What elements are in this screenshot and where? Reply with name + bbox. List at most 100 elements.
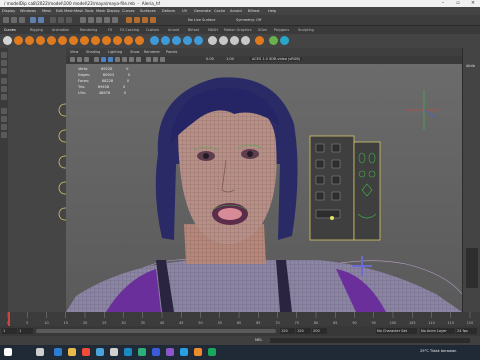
layout-single-icon[interactable]	[1, 108, 7, 114]
open-scene-icon[interactable]	[11, 17, 17, 23]
menu-curves[interactable]: Curves	[122, 9, 134, 13]
duplicate-icon[interactable]	[208, 36, 217, 45]
history-icon[interactable]	[126, 17, 132, 23]
smooth-shade-icon[interactable]	[108, 57, 113, 62]
ik-handle-icon[interactable]	[280, 36, 289, 45]
anim-layer-dropdown[interactable]: No Anim Layer	[420, 328, 455, 334]
curve-ep-icon[interactable]	[25, 36, 34, 45]
select-tool-icon[interactable]	[3, 36, 12, 45]
shelf-tab-fx[interactable]: FX	[108, 28, 112, 32]
live-surface-label[interactable]: No Live Surface	[188, 18, 215, 22]
bookmark-icon[interactable]	[84, 57, 89, 62]
file-explorer-icon[interactable]	[68, 348, 76, 356]
vp-menu-view[interactable]: View	[70, 50, 78, 54]
light-icon[interactable]	[255, 36, 264, 45]
layout-four-icon[interactable]	[1, 116, 7, 122]
revolve-icon[interactable]	[172, 36, 181, 45]
app-icon-2[interactable]	[138, 348, 146, 356]
search-icon[interactable]	[36, 348, 44, 356]
square-icon[interactable]	[69, 36, 78, 45]
cylinder-icon[interactable]	[102, 36, 111, 45]
app-icon-3[interactable]	[152, 348, 160, 356]
menu-mesh[interactable]: Mesh	[42, 9, 51, 13]
menu-edit-mesh[interactable]: Edit Mesh	[56, 9, 74, 13]
rotate-tool-icon[interactable]	[1, 86, 7, 92]
scale-tool-icon[interactable]	[1, 94, 7, 100]
app-icon-4[interactable]	[166, 348, 174, 356]
time-slider[interactable]: 1510152025303540455055606570758085909510…	[0, 312, 480, 326]
shelf-tab-bifrost[interactable]: Bifrost	[188, 28, 199, 32]
joint-icon[interactable]	[269, 36, 278, 45]
range-bar[interactable]	[36, 329, 276, 333]
vp-menu-lighting[interactable]: Lighting	[108, 50, 122, 54]
curve-pencil-icon[interactable]	[36, 36, 45, 45]
lasso-icon[interactable]	[1, 60, 7, 66]
camera-icon[interactable]	[70, 57, 75, 62]
menu-deform[interactable]: Deform	[162, 9, 175, 13]
menu-uv[interactable]: UV	[182, 9, 187, 13]
planar-icon[interactable]	[183, 36, 192, 45]
ao-icon[interactable]	[136, 57, 141, 62]
plane-icon[interactable]	[124, 36, 133, 45]
color-space-dropdown[interactable]: ACES 1.0 SDR-video (sRGB)	[250, 57, 303, 61]
menu-mesh-tools[interactable]: Mesh Tools	[74, 9, 93, 13]
mel-label[interactable]: MEL	[255, 338, 262, 342]
gamma-field[interactable]: 1.00	[226, 57, 234, 61]
layout-side-icon[interactable]	[1, 124, 7, 130]
vp-menu-panels[interactable]: Panels	[166, 50, 177, 54]
shelf-tab-mash[interactable]: MASH	[208, 28, 218, 32]
select-component-icon[interactable]	[66, 17, 72, 23]
shadows-icon[interactable]	[129, 57, 134, 62]
shelf-tab-motion-graphics[interactable]: Motion Graphics	[224, 28, 252, 32]
task-view-icon[interactable]	[54, 348, 62, 356]
minimize-button[interactable]: –	[436, 0, 450, 7]
shelf-tab-rigging[interactable]: Rigging	[30, 28, 43, 32]
wireframe-icon[interactable]	[101, 57, 106, 62]
xray-icon[interactable]	[153, 57, 158, 62]
shelf-tab-rendering[interactable]: Rendering	[80, 28, 97, 32]
menu-generate[interactable]: Generate	[194, 9, 211, 13]
command-input[interactable]	[270, 338, 470, 343]
render-settings-icon[interactable]	[150, 17, 156, 23]
layout-outliner-icon[interactable]	[1, 132, 7, 138]
attribute-editor-scroll[interactable]	[466, 248, 478, 288]
select-object-icon[interactable]	[58, 17, 64, 23]
fps-dropdown[interactable]: 24 fps	[456, 328, 477, 334]
menu-mesh-display[interactable]: Mesh Display	[96, 9, 120, 13]
menu-windows[interactable]: Windows	[20, 9, 36, 13]
snap-curve-icon[interactable]	[88, 17, 94, 23]
torus-icon[interactable]	[135, 36, 144, 45]
close-button[interactable]: ×	[466, 0, 480, 7]
bevel-icon[interactable]	[194, 36, 203, 45]
loft-icon[interactable]	[150, 36, 159, 45]
paint-select-icon[interactable]	[1, 68, 7, 74]
app-icon-6[interactable]	[208, 348, 216, 356]
extrude-icon[interactable]	[161, 36, 170, 45]
range-out-field[interactable]: 200	[312, 328, 327, 334]
range-start-inner-field[interactable]: 1	[18, 328, 33, 334]
combine-icon[interactable]	[241, 36, 250, 45]
vp-menu-renderer[interactable]: Renderer	[144, 50, 160, 54]
vp-menu-show[interactable]: Show	[130, 50, 139, 54]
weather-widget[interactable]: 29°C Tidak berawan	[420, 349, 456, 353]
range-end-field[interactable]: 120	[296, 328, 311, 334]
vp-menu-shading[interactable]: Shading	[86, 50, 100, 54]
select-hierarchy-icon[interactable]	[50, 17, 56, 23]
grid-icon[interactable]	[94, 57, 99, 62]
move-tool-icon[interactable]	[1, 78, 7, 84]
chrome-icon[interactable]	[82, 348, 90, 356]
app-icon[interactable]	[110, 348, 118, 356]
camera-lock-icon[interactable]	[77, 57, 82, 62]
sphere-icon[interactable]	[80, 36, 89, 45]
exposure-field[interactable]: 0.00	[206, 57, 214, 61]
shelf-tab-custom[interactable]: Custom	[146, 28, 159, 32]
save-scene-icon[interactable]	[19, 17, 25, 23]
curve-cv-icon[interactable]	[14, 36, 23, 45]
app-icon-5[interactable]	[194, 348, 202, 356]
menu-help[interactable]: Help	[268, 9, 276, 13]
shelf-tab-animation[interactable]: Animation	[52, 28, 69, 32]
select-arrow-icon[interactable]	[1, 52, 7, 58]
symmetry-label[interactable]: Symmetry: Off	[236, 18, 261, 22]
maximize-button[interactable]: ▫	[451, 0, 465, 7]
menu-display[interactable]: Display	[2, 9, 15, 13]
